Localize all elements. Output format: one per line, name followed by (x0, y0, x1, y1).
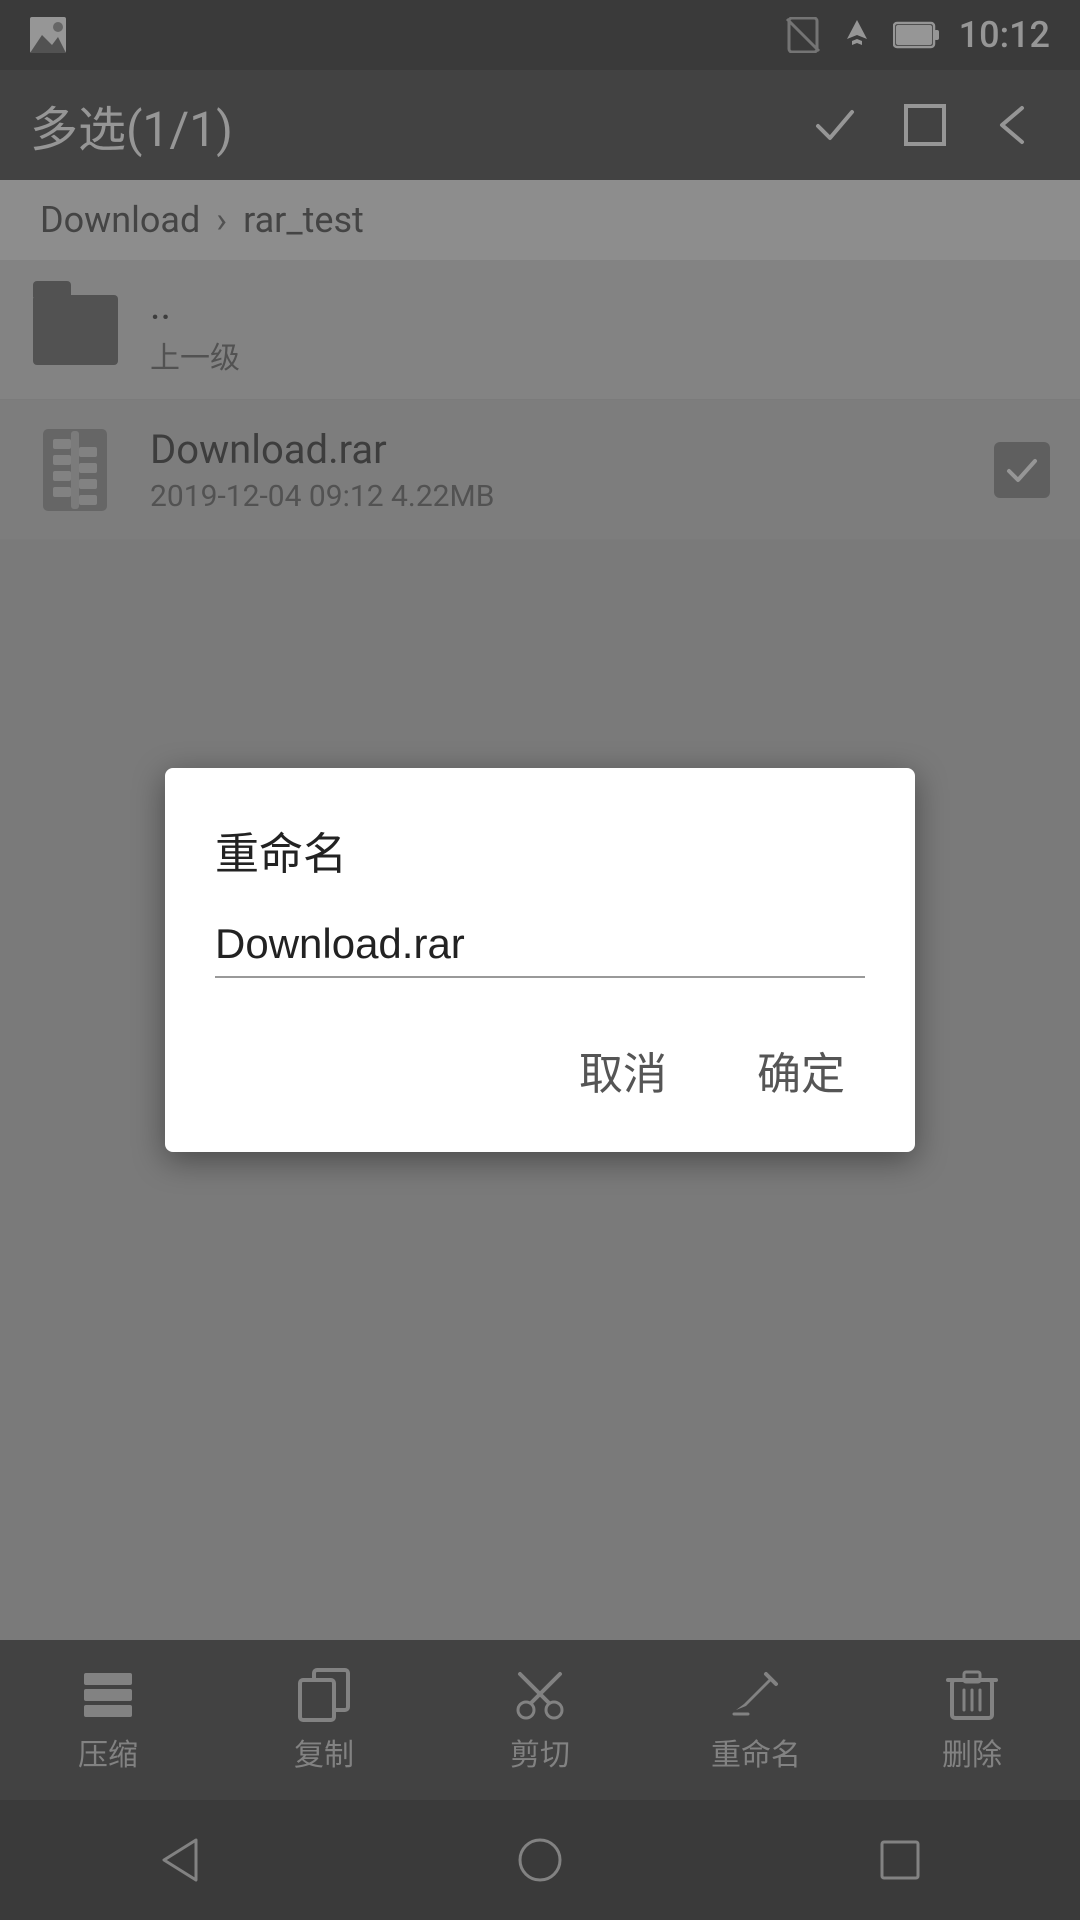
dialog-actions: 取消 确定 (215, 1028, 865, 1112)
rename-input[interactable] (215, 912, 865, 978)
dialog-title: 重命名 (215, 818, 865, 882)
cancel-button[interactable]: 取消 (559, 1028, 687, 1112)
rename-dialog: 重命名 取消 确定 (165, 768, 915, 1152)
confirm-button[interactable]: 确定 (737, 1028, 865, 1112)
dialog-overlay: 重命名 取消 确定 (0, 0, 1080, 1920)
